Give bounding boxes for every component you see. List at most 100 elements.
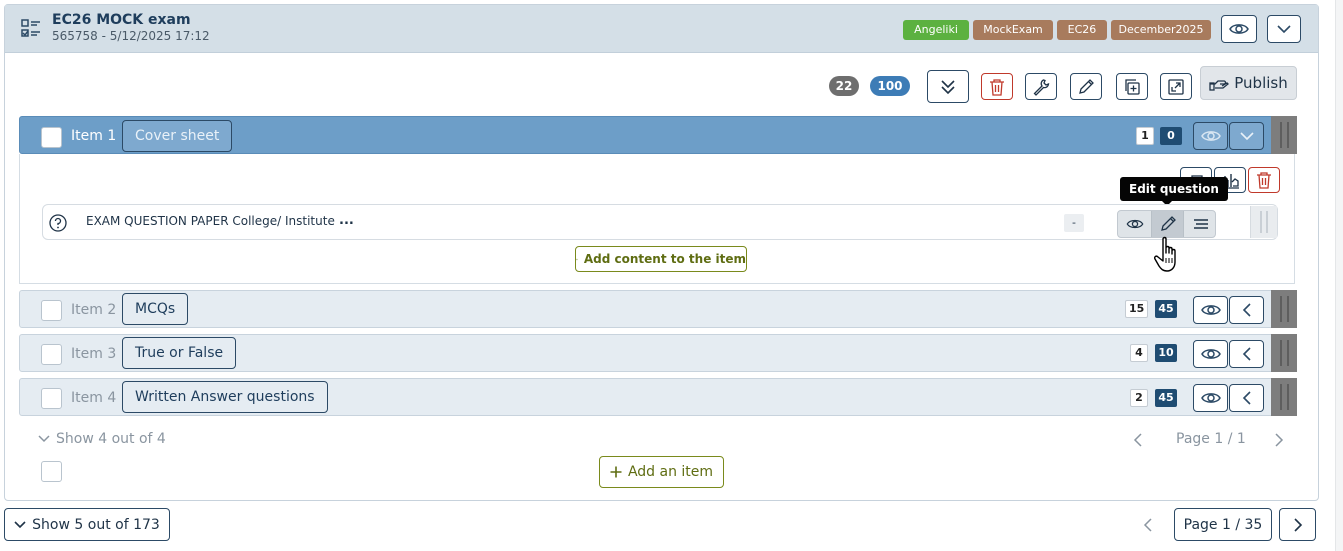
plus-icon xyxy=(610,466,622,478)
item-1-checkbox[interactable] xyxy=(41,127,62,148)
chevron-down-icon xyxy=(14,520,26,528)
select-all-checkbox[interactable] xyxy=(41,461,62,482)
eye-icon xyxy=(1229,24,1249,34)
eye-icon xyxy=(1200,131,1221,141)
question-preview-button[interactable] xyxy=(1118,211,1151,237)
item-3-drag-handle[interactable] xyxy=(1271,334,1297,372)
item-3-checkbox[interactable] xyxy=(41,344,62,365)
item-1-preview-button[interactable] xyxy=(1193,122,1228,150)
exam-subtitle: 565758 - 5/12/2025 17:12 xyxy=(52,29,210,43)
item-3-expand-button[interactable] xyxy=(1229,340,1264,368)
item-2-expand-button[interactable] xyxy=(1229,296,1264,324)
items-count-badge: 22 xyxy=(829,76,859,96)
eye-icon xyxy=(1200,305,1221,315)
add-item-button[interactable]: Add an item xyxy=(599,456,724,488)
plus-icon xyxy=(576,258,578,260)
item-1-points: 0 xyxy=(1160,127,1182,145)
pencil-icon xyxy=(1160,216,1176,231)
items-next-page-icon[interactable] xyxy=(1274,433,1284,447)
edit-question-button[interactable] xyxy=(1151,211,1184,237)
delete-exam-button[interactable] xyxy=(981,73,1013,100)
add-content-label: Add content to the item xyxy=(583,252,746,266)
settings-button[interactable] xyxy=(1025,73,1057,100)
item-1-drag-handle[interactable] xyxy=(1271,116,1297,154)
item-2-question-count: 15 xyxy=(1125,300,1149,318)
question-actions xyxy=(1117,210,1216,238)
question-drag-handle[interactable] xyxy=(1250,206,1277,238)
item-2-checkbox[interactable] xyxy=(41,300,62,321)
items-page-indicator: Page 1 / 1 xyxy=(1176,431,1246,447)
chevron-down-icon xyxy=(1239,132,1254,141)
pencil-icon xyxy=(1079,78,1094,94)
collapse-exam-button[interactable] xyxy=(1267,15,1301,43)
page-scrollbar[interactable] xyxy=(1335,0,1343,551)
item-4-checkbox[interactable] xyxy=(41,388,62,409)
add-item-label: Add an item xyxy=(627,464,714,480)
double-chevron-down-icon xyxy=(941,79,955,94)
item-row-2[interactable] xyxy=(19,290,1295,328)
question-score-chip: - xyxy=(1064,214,1084,232)
question-more: ... xyxy=(339,213,354,228)
duplicate-button[interactable] xyxy=(1116,73,1148,100)
item-3-number: Item 3 xyxy=(71,346,117,362)
edit-question-tooltip: Edit question xyxy=(1120,177,1228,206)
show-items-label: Show 4 out of 4 xyxy=(56,431,166,447)
item-4-preview-button[interactable] xyxy=(1193,384,1228,412)
next-page-button[interactable] xyxy=(1279,508,1316,541)
tag-type[interactable]: MockExam xyxy=(973,20,1053,40)
item-3-preview-button[interactable] xyxy=(1193,340,1228,368)
item-2-preview-button[interactable] xyxy=(1193,296,1228,324)
eye-icon xyxy=(1200,393,1221,403)
page-indicator-label: Page 1 / 35 xyxy=(1183,516,1263,533)
chevron-left-icon xyxy=(1242,303,1251,317)
item-2-points: 45 xyxy=(1155,300,1177,318)
items-prev-page-icon[interactable] xyxy=(1133,433,1143,447)
page-indicator: Page 1 / 35 xyxy=(1174,508,1272,541)
checklist-icon xyxy=(21,19,40,37)
show-exams-label: Show 5 out of 173 xyxy=(32,516,160,533)
edit-exam-button[interactable] xyxy=(1070,73,1102,100)
chevron-left-icon xyxy=(1242,391,1251,405)
item-3-name[interactable]: True or False xyxy=(122,337,237,369)
tag-course[interactable]: EC26 xyxy=(1057,20,1107,40)
prev-page-icon[interactable] xyxy=(1143,518,1153,532)
item-4-number: Item 4 xyxy=(71,390,117,406)
exam-title: EC26 MOCK exam xyxy=(52,12,191,28)
item-4-question-count: 2 xyxy=(1130,389,1148,407)
item-1-number: Item 1 xyxy=(71,128,117,144)
tag-session[interactable]: December2025 xyxy=(1111,20,1211,40)
trash-icon xyxy=(990,78,1004,96)
chevron-down-icon xyxy=(1277,25,1291,34)
item-1-name[interactable]: Cover sheet xyxy=(122,120,233,152)
show-items-toggle[interactable]: Show 4 out of 4 xyxy=(38,431,166,447)
add-content-button[interactable]: Add content to the item xyxy=(575,246,747,272)
fullscreen-button[interactable] xyxy=(1160,73,1192,100)
preview-exam-button[interactable] xyxy=(1221,15,1257,43)
item-4-drag-handle[interactable] xyxy=(1271,378,1297,416)
chevron-right-icon xyxy=(1293,517,1302,532)
item-2-name[interactable]: MCQs xyxy=(122,293,189,325)
eye-icon xyxy=(1126,219,1143,229)
publish-button[interactable]: Publish xyxy=(1200,66,1297,100)
item-1-collapse-button[interactable] xyxy=(1229,122,1264,150)
chevron-down-icon xyxy=(38,435,50,443)
item-1-question-count: 1 xyxy=(1136,127,1154,145)
expand-all-button[interactable] xyxy=(927,70,969,103)
publish-label: Publish xyxy=(1234,74,1288,92)
trash-icon xyxy=(1257,172,1271,189)
hand-send-icon xyxy=(1209,80,1230,91)
eye-icon xyxy=(1200,349,1221,359)
question-text: EXAM QUESTION PAPER College/ Institute xyxy=(86,214,335,228)
hand-cursor-icon xyxy=(1154,236,1176,272)
item-1-delete-button[interactable] xyxy=(1248,167,1280,193)
chevron-left-icon xyxy=(1242,347,1251,361)
expand-icon xyxy=(1168,78,1184,95)
item-4-expand-button[interactable] xyxy=(1229,384,1264,412)
show-exams-toggle[interactable]: Show 5 out of 173 xyxy=(4,508,170,541)
question-menu-button[interactable] xyxy=(1184,211,1215,237)
copy-add-icon xyxy=(1125,78,1140,95)
item-4-name[interactable]: Written Answer questions xyxy=(122,381,328,413)
tag-owner[interactable]: Angeliki xyxy=(903,20,969,40)
wrench-icon xyxy=(1033,78,1050,96)
item-2-drag-handle[interactable] xyxy=(1271,290,1297,328)
